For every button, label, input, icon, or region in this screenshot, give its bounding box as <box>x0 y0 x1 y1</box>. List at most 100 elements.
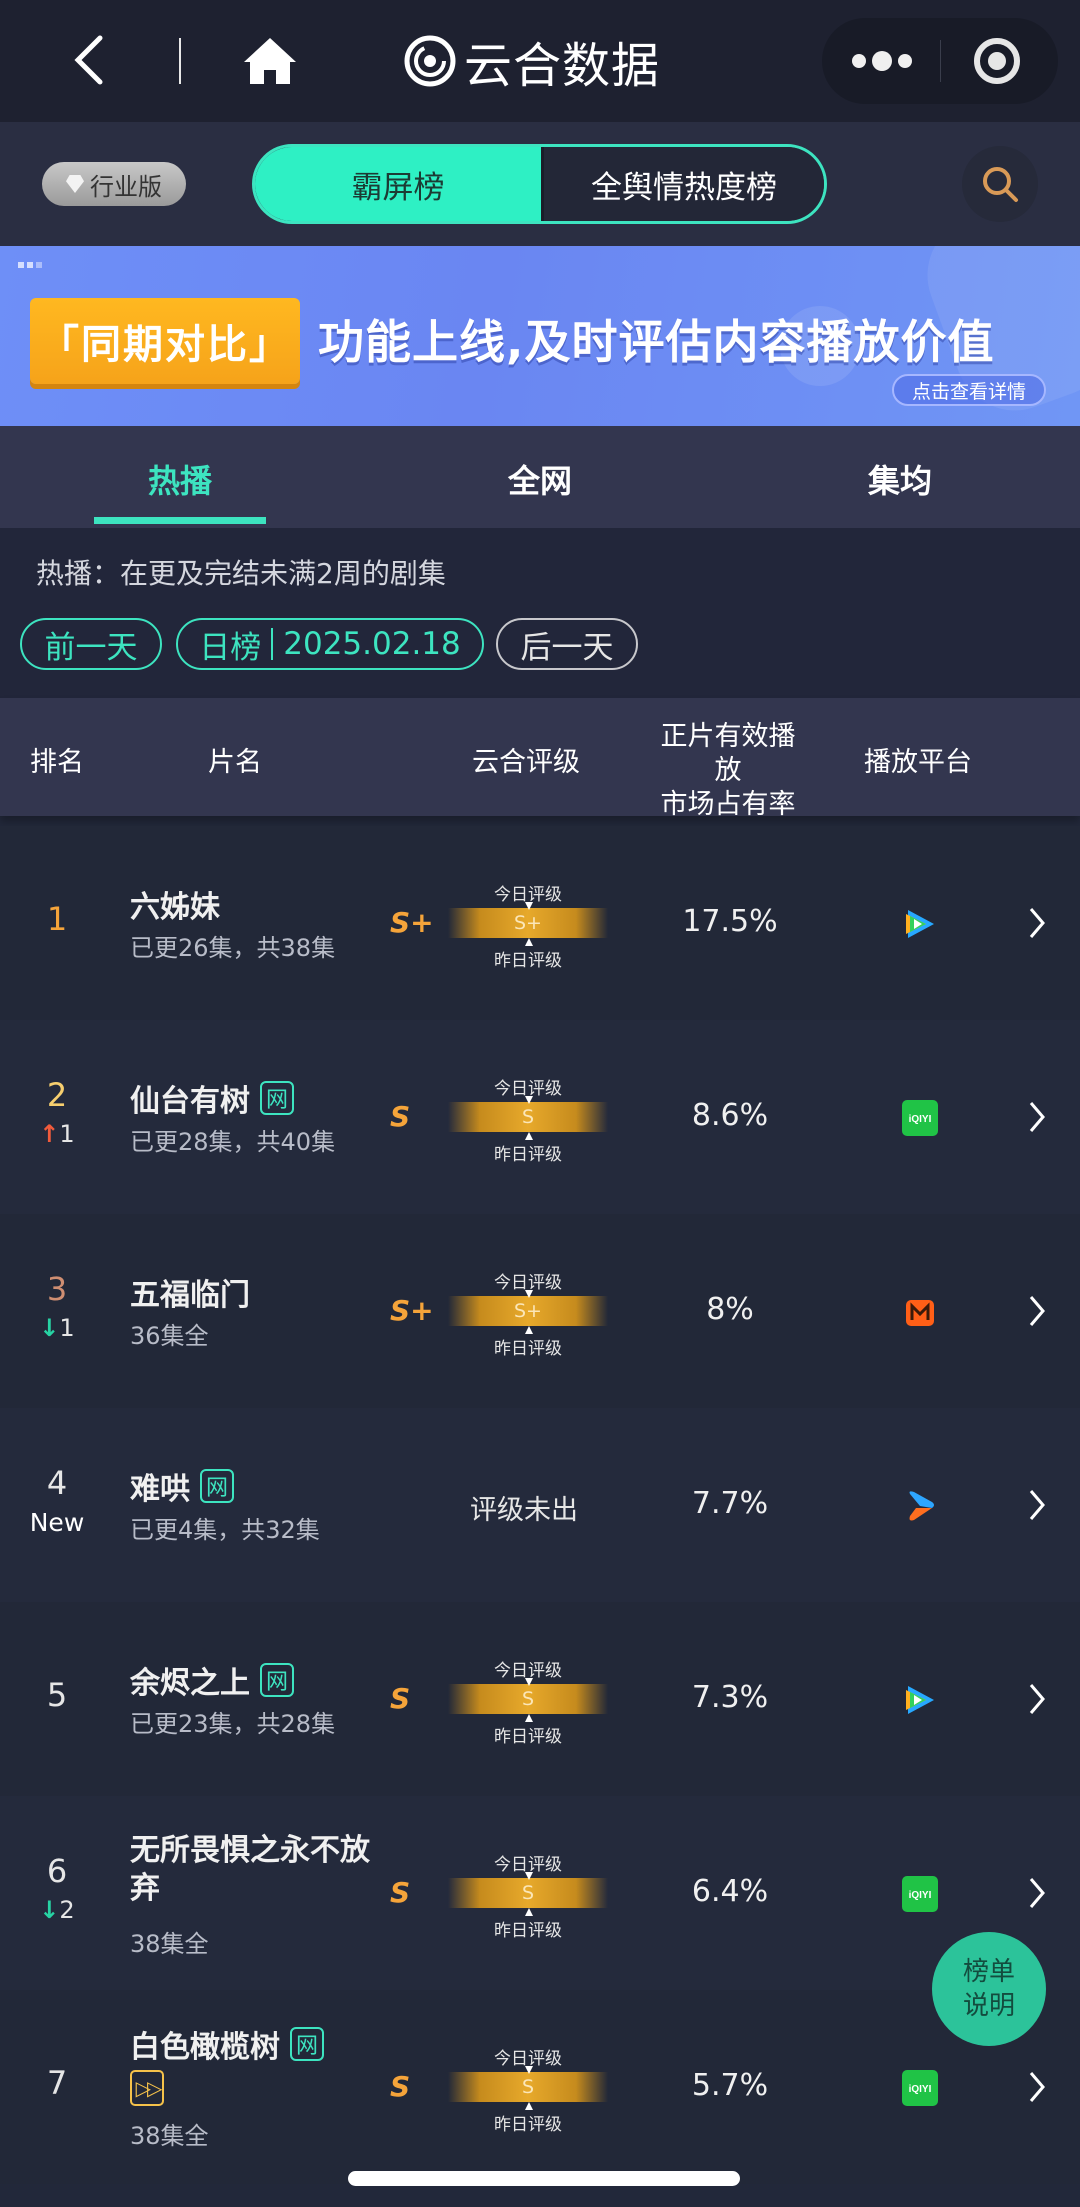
date-filter-area: 热播：在更及完结未满2周的剧集 前一天 日榜 2025.02.18 后一天 <box>0 528 1080 698</box>
navigation-bar: 云合数据 <box>0 0 1080 122</box>
table-row[interactable]: 6 ↓2 无所畏惧之永不放弃 38集全 S 今日评级 S 昨日评级 6.4% i… <box>0 1796 1080 1990</box>
rating-band: S <box>448 2072 608 2102</box>
yesterday-rating-label: 昨日评级 <box>494 2115 562 2135</box>
table-row[interactable]: 3 ↓1 五福临门 36集全 S+ 今日评级 S+ 昨日评级 8% <box>0 1214 1080 1408</box>
rating-grade: S+ <box>390 1294 434 1327</box>
show-title: 五福临门 <box>130 1270 250 1314</box>
yesterday-marker <box>525 1326 533 1334</box>
chevron-right-icon[interactable] <box>1028 1682 1046 1716</box>
episode-info: 36集全 <box>130 1322 209 1350</box>
episode-info: 38集全 <box>130 1930 209 1958</box>
banner-headline: 功能上线,及时评估内容播放价值 <box>318 315 995 369</box>
tab-episode-average[interactable]: 集均 <box>720 426 1080 528</box>
today-marker <box>525 1290 533 1298</box>
chevron-right-icon[interactable] <box>1028 2070 1046 2104</box>
yesterday-marker <box>525 938 533 946</box>
arrow-up-icon: ↑ <box>39 1120 60 1148</box>
episode-info: 38集全 <box>130 2122 209 2150</box>
ranking-explanation-button[interactable]: 榜单 说明 <box>932 1932 1046 2046</box>
rank-change: ↑1 <box>22 1120 92 1148</box>
more-dots-icon[interactable] <box>852 48 912 74</box>
table-row[interactable]: 5 余烬之上网 已更23集，共28集 S 今日评级 S 昨日评级 7.3% <box>0 1602 1080 1796</box>
rank-number: 6 <box>46 1852 68 1890</box>
show-title: 仙台有树网 <box>130 1076 294 1120</box>
rank-change: ↓1 <box>22 1314 92 1342</box>
show-title: 余烬之上网 <box>130 1658 294 1702</box>
chevron-right-icon[interactable] <box>1028 1488 1046 1522</box>
chevron-right-icon[interactable] <box>1028 1294 1046 1328</box>
chevron-right-icon[interactable] <box>1028 1100 1046 1134</box>
show-title-text: 仙台有树 <box>130 1084 250 1119</box>
home-icon[interactable] <box>242 36 298 86</box>
arrow-down-icon: ↓ <box>39 1896 60 1924</box>
industry-edition-badge[interactable]: 行业版 <box>42 162 186 206</box>
header-market-share-line1: 正片有效播放 <box>660 721 796 786</box>
table-row[interactable]: 7 白色橄榄树网 ▷▷ 38集全 S 今日评级 S 昨日评级 5.7% iQIY… <box>0 1990 1080 2184</box>
rank-number: 2 <box>46 1076 68 1114</box>
rating-band: S <box>448 1102 608 1132</box>
header-rating: 云合评级 <box>472 747 580 778</box>
rank-number: 3 <box>46 1270 68 1308</box>
tencent-video-icon <box>906 910 934 938</box>
target-circle-icon[interactable] <box>974 38 1020 84</box>
today-marker <box>525 2066 533 2074</box>
rating-grade: S <box>390 1682 411 1715</box>
new-entry-label: New <box>29 1508 85 1537</box>
help-line1: 榜单 <box>962 1957 1015 1987</box>
table-row[interactable]: 4 New 难哄网 已更4集，共32集 评级未出 7.7% <box>0 1408 1080 1602</box>
yunhe-logo-icon <box>404 35 456 87</box>
web-drama-badge: 网 <box>260 1663 294 1697</box>
market-share: 7.3% <box>691 1680 769 1715</box>
header-market-share-line2: 市场占有率 <box>660 789 796 820</box>
chevron-left-icon[interactable] <box>68 34 112 86</box>
previous-day-button[interactable]: 前一天 <box>20 618 162 670</box>
yesterday-marker <box>525 2102 533 2110</box>
pill-divider <box>271 628 274 660</box>
segment-sentiment-ranking[interactable]: 全舆情热度榜 <box>541 147 824 221</box>
ranking-switch-bar: 行业版 霸屏榜 全舆情热度榜 <box>0 122 1080 246</box>
tab-all-network[interactable]: 全网 <box>360 426 720 528</box>
capsule-divider <box>940 40 941 82</box>
tencent-video-icon <box>906 1686 934 1714</box>
rank-number: 1 <box>46 900 68 938</box>
header-rank: 排名 <box>30 747 84 778</box>
table-row[interactable]: 2 ↑1 仙台有树网 已更28集，共40集 S 今日评级 S 昨日评级 8.6%… <box>0 1020 1080 1214</box>
header-market-share: 正片有效播放 市场占有率 <box>648 720 808 822</box>
tab-description: 热播：在更及完结未满2周的剧集 <box>36 557 446 590</box>
rating-band: S+ <box>448 908 608 938</box>
help-line2: 说明 <box>962 1991 1015 2021</box>
next-day-button[interactable]: 后一天 <box>496 618 638 670</box>
diamond-icon <box>66 175 84 193</box>
iqiyi-icon: iQIYI <box>902 2070 938 2106</box>
market-share: 5.7% <box>691 2068 769 2103</box>
banner-tag: 「同期对比」 <box>30 298 300 384</box>
rank-number: 4 <box>46 1464 68 1502</box>
rating-grade: S <box>390 1876 411 1909</box>
mini-program-capsule <box>822 18 1058 104</box>
arrow-down-icon: ↓ <box>39 1314 60 1342</box>
today-marker <box>525 1872 533 1880</box>
market-share: 17.5% <box>682 904 778 939</box>
show-title: 无所畏惧之永不放弃 <box>130 1832 370 1908</box>
header-title: 片名 <box>208 747 262 778</box>
yesterday-marker <box>525 1132 533 1140</box>
rating-meter: 今日评级 S+ 昨日评级 <box>448 1268 608 1359</box>
web-drama-badge: 网 <box>200 1469 234 1503</box>
rating-grade: S+ <box>390 906 434 939</box>
tab-hot[interactable]: 热播 <box>0 426 360 528</box>
segment-dominance-ranking[interactable]: 霸屏榜 <box>255 147 541 221</box>
market-share: 8% <box>706 1292 754 1327</box>
table-row[interactable]: 1 六姊妹 已更26集，共38集 S+ 今日评级 S+ 昨日评级 17.5% <box>0 826 1080 1020</box>
rating-band: S <box>448 1878 608 1908</box>
app-title: 云合数据 <box>404 28 660 94</box>
search-button[interactable] <box>962 146 1038 222</box>
promo-banner[interactable]: 「同期对比」 功能上线,及时评估内容播放价值 点击查看详情 <box>0 246 1080 426</box>
chevron-right-icon[interactable] <box>1028 906 1046 940</box>
rating-band: S+ <box>448 1296 608 1326</box>
date-picker-button[interactable]: 日榜 2025.02.18 <box>176 618 484 670</box>
episode-info: 已更26集，共38集 <box>130 934 336 962</box>
youku-icon <box>909 1491 934 1521</box>
chevron-right-icon[interactable] <box>1028 1876 1046 1910</box>
rank-change-value: 1 <box>59 1314 75 1342</box>
banner-detail-button[interactable]: 点击查看详情 <box>892 374 1046 406</box>
